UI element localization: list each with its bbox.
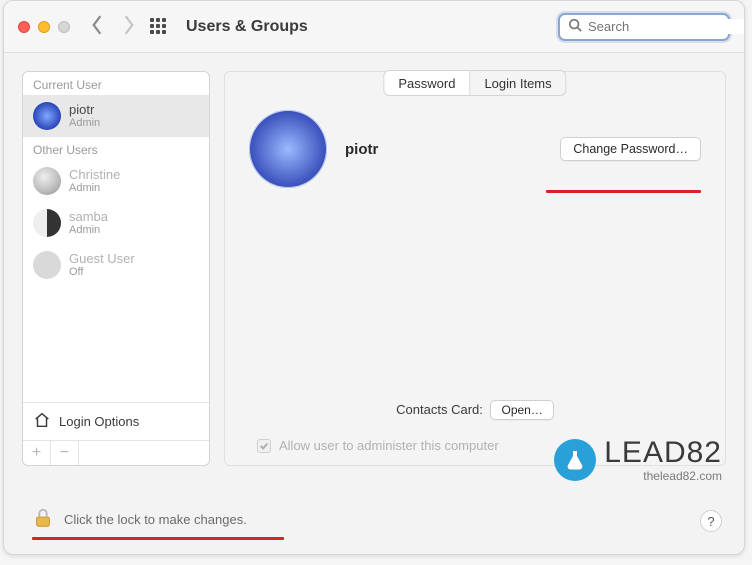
- current-user-heading: Current User: [23, 72, 209, 95]
- annotation-underline: [546, 190, 701, 193]
- user-name-label: Guest User: [69, 251, 135, 267]
- user-role-label: Admin: [69, 224, 108, 237]
- annotation-underline: [32, 537, 284, 540]
- avatar: [33, 209, 61, 237]
- lock-text: Click the lock to make changes.: [64, 512, 247, 527]
- tab-login-items[interactable]: Login Items: [470, 70, 566, 96]
- user-row-samba[interactable]: samba Admin: [23, 202, 209, 244]
- user-row-christine[interactable]: Christine Admin: [23, 160, 209, 202]
- home-icon: [33, 411, 51, 432]
- user-name-label: piotr: [69, 102, 100, 118]
- user-row-piotr[interactable]: piotr Admin: [23, 95, 209, 137]
- search-icon: [568, 18, 582, 35]
- tab-password[interactable]: Password: [383, 70, 470, 96]
- login-options-label: Login Options: [59, 414, 139, 429]
- pane-title: Users & Groups: [186, 18, 308, 36]
- user-name-label: samba: [69, 209, 108, 225]
- nav-arrows: [90, 14, 136, 39]
- window-controls: [18, 21, 70, 33]
- avatar: [33, 167, 61, 195]
- profile-avatar[interactable]: [249, 110, 327, 188]
- user-role-label: Admin: [69, 182, 120, 195]
- admin-checkbox-row: Allow user to administer this computer: [257, 438, 725, 453]
- help-button[interactable]: ?: [700, 510, 722, 532]
- avatar: [33, 251, 61, 279]
- add-user-button[interactable]: +: [23, 441, 51, 465]
- profile-name: piotr: [345, 141, 378, 158]
- login-options-button[interactable]: Login Options: [23, 402, 209, 440]
- show-all-prefs-button[interactable]: [150, 18, 168, 36]
- user-name-label: Christine: [69, 167, 120, 183]
- remove-user-button[interactable]: −: [51, 441, 79, 465]
- contacts-label: Contacts Card:: [396, 402, 483, 417]
- lock-bar: Click the lock to make changes.: [32, 507, 247, 532]
- admin-checkbox-label: Allow user to administer this computer: [279, 438, 499, 453]
- close-window-button[interactable]: [18, 21, 30, 33]
- users-sidebar: Current User piotr Admin Other Users Chr…: [22, 71, 210, 466]
- zoom-window-button[interactable]: [58, 21, 70, 33]
- other-users-heading: Other Users: [23, 137, 209, 160]
- tabbar: Password Login Items: [383, 70, 566, 96]
- minimize-window-button[interactable]: [38, 21, 50, 33]
- user-row-guest[interactable]: Guest User Off: [23, 244, 209, 286]
- change-password-button[interactable]: Change Password…: [560, 137, 701, 161]
- prefs-window: Users & Groups Current User piotr Admin …: [3, 0, 745, 555]
- nav-back-button[interactable]: [90, 14, 104, 39]
- user-role-label: Off: [69, 266, 135, 279]
- open-contacts-button[interactable]: Open…: [490, 400, 553, 420]
- contacts-row: Contacts Card: Open…: [225, 400, 725, 420]
- watermark-url: thelead82.com: [604, 470, 722, 482]
- user-role-label: Admin: [69, 117, 100, 130]
- nav-forward-button[interactable]: [122, 14, 136, 39]
- main-panel: Password Login Items piotr Change Passwo…: [224, 71, 726, 466]
- search-field[interactable]: [558, 13, 730, 41]
- lock-icon[interactable]: [32, 507, 54, 532]
- content: Current User piotr Admin Other Users Chr…: [4, 53, 744, 466]
- search-input[interactable]: [588, 19, 745, 34]
- avatar: [33, 102, 61, 130]
- admin-checkbox[interactable]: [257, 439, 271, 453]
- titlebar: Users & Groups: [4, 1, 744, 53]
- add-remove-bar: + −: [23, 440, 209, 465]
